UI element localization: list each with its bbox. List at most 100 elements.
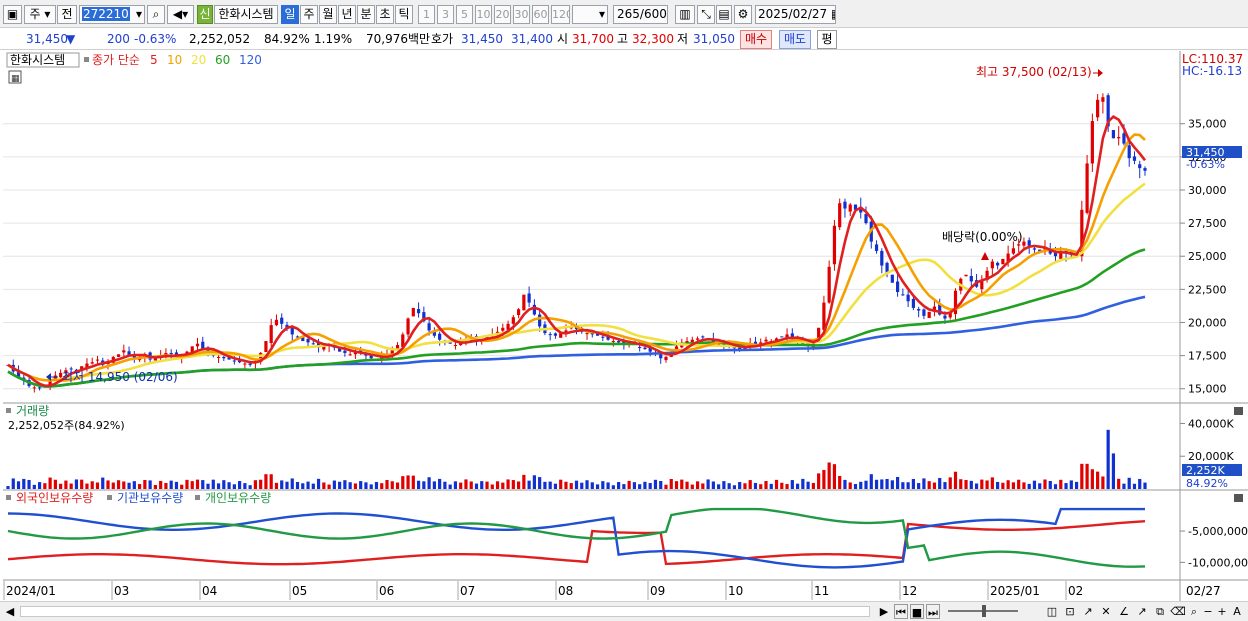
candle-body [927, 311, 931, 319]
holding-tick-label: -5,000,000 [1188, 525, 1248, 538]
window-icon[interactable]: ▣ [3, 5, 22, 24]
candle-type-icon[interactable]: ▥ [675, 5, 695, 24]
prev-button[interactable]: 전 [57, 5, 77, 24]
buy-button[interactable]: 매수 [740, 30, 772, 49]
sell-button[interactable]: 매도 [779, 30, 811, 49]
volume-bar [480, 481, 484, 489]
volume-bar [869, 474, 873, 489]
zoom-slider-thumb[interactable] [982, 605, 986, 617]
x-axis-label: 2024/01 [6, 584, 56, 598]
volume-bar [822, 469, 826, 489]
font-size-icon[interactable]: A [1230, 604, 1244, 619]
stock-code-value: 272210 [82, 7, 130, 21]
volume-bar [153, 484, 157, 489]
stop-icon[interactable]: ■ [910, 604, 924, 619]
candle-body [843, 201, 847, 209]
first-page-icon[interactable]: ⏮ [894, 604, 908, 619]
count-input[interactable]: 265/600 [613, 5, 668, 24]
x-axis-label: 2025/01 [990, 584, 1040, 598]
zoom-box-icon[interactable]: ⊡ [1062, 604, 1078, 619]
scroll-left-icon[interactable]: ◀ [4, 604, 16, 619]
scroll-track[interactable] [20, 606, 870, 617]
volume-bar [1069, 480, 1073, 489]
zoom-in-icon[interactable]: + [1216, 604, 1228, 619]
volume-bar [16, 481, 21, 489]
dividend-annotation: 배당락(0.00%) [942, 230, 1023, 244]
x-axis-label: 03 [114, 584, 129, 598]
volume-panel-close-icon[interactable] [1234, 407, 1243, 415]
trend-line-icon[interactable]: ↗ [1080, 604, 1096, 619]
volume-bar [506, 479, 510, 489]
market-select[interactable]: 주 ▾ [24, 5, 56, 24]
candle-body [611, 341, 615, 343]
period-tab-1[interactable]: 주 [300, 5, 318, 24]
volume-bar [490, 484, 494, 489]
stock-chart[interactable]: 한화시스템 종가 단순 5 10 20 60 120 ▦ 최고 37,500 (02/1… [0, 51, 1248, 603]
interval-button-2[interactable]: 5 [456, 5, 473, 24]
volume-bar [743, 483, 747, 489]
scroll-right-icon[interactable]: ▶ [878, 604, 890, 619]
volume-bar [411, 475, 415, 489]
interval-button-0[interactable]: 1 [418, 5, 435, 24]
candle-body [306, 339, 310, 343]
direction-icon: ▼ [66, 32, 76, 46]
x-axis-label: 12 [902, 584, 917, 598]
candle-body [264, 341, 268, 353]
candle-body [122, 350, 126, 353]
volume-bar [516, 481, 521, 489]
interval-button-5[interactable]: 30 [513, 5, 530, 24]
avg-button[interactable]: 평 [817, 30, 837, 49]
volume-bar [638, 484, 642, 489]
candle-body [411, 307, 415, 317]
calendar-icon[interactable]: ▦ [831, 7, 835, 21]
period-tab-0[interactable]: 일 [281, 5, 299, 24]
interval-button-7[interactable]: 120 [551, 5, 570, 24]
last-page-icon[interactable]: ⏭ [926, 604, 940, 619]
volume-bar [838, 475, 842, 489]
interval-button-4[interactable]: 20 [494, 5, 511, 24]
custom-interval-select[interactable]: ▾ [572, 5, 608, 24]
open-label: 시 [557, 32, 569, 46]
volume-bar [395, 482, 400, 489]
volume-bar [111, 482, 115, 489]
candle-body [1143, 168, 1147, 171]
holding-panel-close-icon[interactable] [1234, 494, 1243, 502]
zoom-out-icon[interactable]: − [1202, 604, 1214, 619]
magnifier-icon[interactable]: ⌕ [1188, 604, 1200, 619]
interval-button-1[interactable]: 3 [437, 5, 454, 24]
period-tab-4[interactable]: 분 [357, 5, 375, 24]
search-icon[interactable]: ⌕ [147, 5, 165, 24]
date-input[interactable]: 2025/02/27 ▦ [755, 5, 836, 24]
gear-icon[interactable]: ⚙ [734, 5, 752, 24]
volume-bar [585, 480, 589, 489]
period-tab-5[interactable]: 초 [376, 5, 394, 24]
cross-line-icon[interactable]: ✕ [1098, 604, 1114, 619]
interval-button-3[interactable]: 10 [475, 5, 492, 24]
eraser-icon[interactable]: ⌫ [1170, 604, 1186, 619]
candle-body [638, 346, 642, 348]
market-select-label: 주 [29, 7, 41, 21]
period-tab-2[interactable]: 월 [319, 5, 337, 24]
interval-button-6[interactable]: 60 [532, 5, 549, 24]
volume-bar [811, 482, 815, 489]
cross-icon[interactable]: ⤡ [697, 5, 715, 24]
candle-body [343, 350, 347, 353]
volume-bar [1101, 476, 1105, 489]
speaker-icon[interactable]: ◀▾ [167, 5, 194, 24]
ray-icon[interactable]: ↗ [1134, 604, 1150, 619]
horizontal-scrollbar[interactable]: ◀ ▶ ⏮ ■ ⏭ ◫ ⊡ ↗ ✕ ∠ ↗ ⧉ ⌫ ⌕ − + A [0, 601, 1248, 621]
copy-icon[interactable]: ⧉ [1152, 604, 1168, 619]
period-tab-6[interactable]: 틱 [395, 5, 413, 24]
stock-code-input[interactable]: 272210 ▾ [79, 5, 145, 24]
volume-bar [832, 464, 837, 489]
volume-bar [595, 484, 600, 489]
date-value: 2025/02/27 [758, 7, 828, 21]
period-tab-3[interactable]: 년 [338, 5, 356, 24]
angle-icon[interactable]: ∠ [1116, 604, 1132, 619]
save-icon[interactable]: ▤ [716, 5, 732, 24]
select-icon[interactable]: ◫ [1044, 604, 1060, 619]
candle-body [511, 317, 515, 324]
ma-legend-60: 60 [215, 53, 230, 67]
volume-bar [269, 474, 273, 489]
volume-bar [195, 479, 200, 489]
